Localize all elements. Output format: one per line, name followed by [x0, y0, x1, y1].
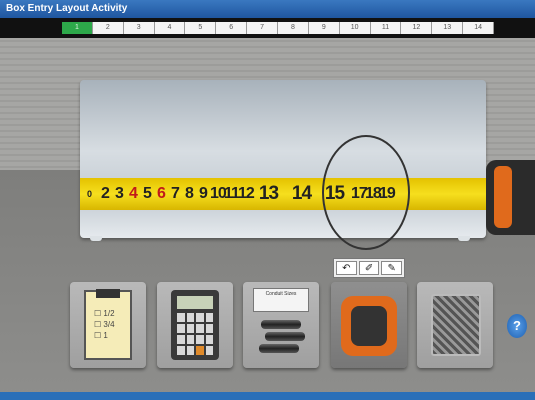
- conduit-sizes-label: Conduit Sizes: [253, 288, 309, 312]
- progress-step: 8: [278, 22, 309, 34]
- progress-step: 2: [93, 22, 124, 34]
- tape-inch-label: 11: [224, 185, 240, 202]
- tape-measure-icon-center: [351, 306, 387, 346]
- tape-end-label: 0: [86, 189, 92, 199]
- tape-inch-label: 5: [143, 185, 152, 202]
- checklist-tool-button[interactable]: ☐ 1/2 ☐ 3/4 ☐ 1: [70, 282, 146, 368]
- tape-inch-label: 13: [258, 183, 279, 204]
- progress-step: 7: [247, 22, 279, 34]
- calculator-keys: [177, 313, 213, 355]
- tape-measure-case[interactable]: [486, 160, 535, 235]
- checklist-line: ☐ 1: [94, 331, 108, 340]
- progress-bar: 1 2 3 4 5 6 7 8 9 10 11 12 13 14: [0, 18, 535, 38]
- tape-inch-label: 7: [171, 185, 180, 202]
- tape-inch-label: 4: [129, 185, 138, 202]
- progress-step: 9: [309, 22, 340, 34]
- window-title: Box Entry Layout Activity: [6, 3, 128, 14]
- tape-measure-icon: [341, 296, 397, 356]
- window-title-bar: Box Entry Layout Activity: [0, 0, 535, 18]
- clipboard-icon: ☐ 1/2 ☐ 3/4 ☐ 1: [84, 289, 132, 360]
- pipe-icon: [265, 332, 305, 341]
- wireway-foot-right: [458, 236, 470, 241]
- progress-track: 1 2 3 4 5 6 7 8 9 10 11 12 13 14: [62, 22, 495, 34]
- tape-inch-label: 10: [210, 185, 227, 202]
- tape-inch-label: 2: [101, 185, 110, 202]
- tape-inch-label: 6: [157, 185, 166, 202]
- progress-step: 10: [340, 22, 371, 34]
- tape-inch-label: 9: [199, 185, 208, 202]
- checklist-line: ☐ 1/2: [94, 309, 115, 318]
- wireway-foot-left: [90, 236, 102, 241]
- tape-inch-label: 12: [238, 185, 255, 202]
- tape-inch-label: 8: [185, 185, 194, 202]
- tape-measure-blade[interactable]: 0 2 3 4 5 6 7 8 9 10 11 12 13 14 15 17 18 19: [80, 178, 490, 210]
- conduit-tool-button[interactable]: Conduit Sizes: [243, 282, 319, 368]
- mini-toolbar: ↶ ✐ ✎: [333, 258, 405, 278]
- calculator-screen: [177, 296, 213, 309]
- calculator-icon: [171, 290, 219, 360]
- checklist-line: ☐ 3/4: [94, 320, 115, 329]
- wireway-box: [80, 80, 486, 238]
- progress-step: 4: [155, 22, 186, 34]
- progress-step: 5: [185, 22, 217, 34]
- progress-step: 11: [371, 22, 402, 34]
- tape-measure-tool-button[interactable]: [331, 282, 407, 368]
- clipboard-clip: [96, 289, 120, 298]
- pipe-icon: [261, 320, 301, 329]
- tape-case-grip: [494, 166, 512, 228]
- progress-step: 13: [432, 22, 464, 34]
- progress-step: 14: [463, 22, 495, 34]
- tape-inch-label: 3: [115, 185, 124, 202]
- tape-inch-label: 14: [291, 183, 312, 204]
- progress-step: 12: [401, 22, 433, 34]
- magnifier-circle: [322, 135, 410, 250]
- progress-step: 1: [62, 22, 93, 34]
- fittings-bag-icon: [431, 294, 481, 356]
- fittings-tool-button[interactable]: [417, 282, 493, 368]
- undo-icon[interactable]: ↶: [336, 261, 357, 275]
- help-button[interactable]: ?: [507, 314, 527, 338]
- bottom-bar: [0, 392, 535, 400]
- pencil-icon[interactable]: ✐: [358, 261, 380, 275]
- pipe-icon: [259, 344, 299, 353]
- progress-step: 6: [216, 22, 248, 34]
- marker-icon[interactable]: ✎: [381, 261, 403, 275]
- progress-step: 3: [124, 22, 155, 34]
- calculator-tool-button[interactable]: [157, 282, 233, 368]
